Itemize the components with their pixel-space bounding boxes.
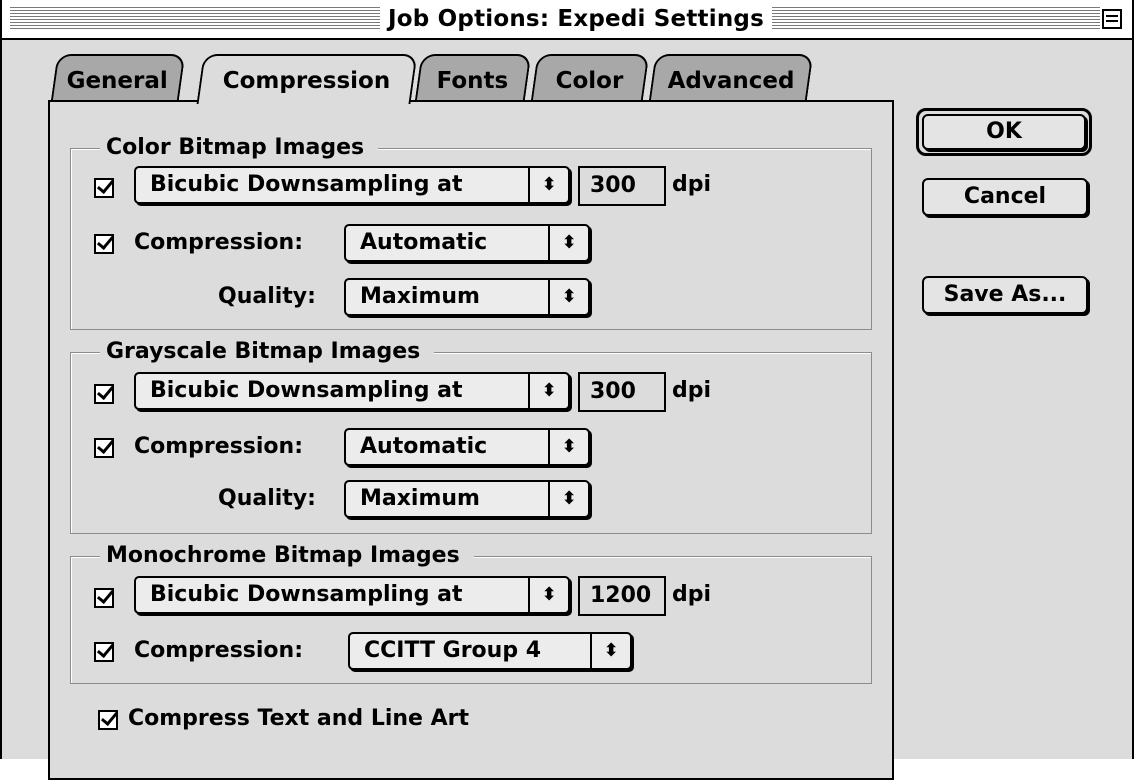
cancel-button[interactable]: Cancel bbox=[922, 178, 1088, 216]
compress-text-label: Compress Text and Line Art bbox=[128, 706, 470, 731]
color-compression-checkbox[interactable] bbox=[94, 234, 114, 254]
compression-label: Compression: bbox=[134, 638, 304, 663]
compress-text-checkbox[interactable] bbox=[98, 710, 118, 730]
save-as-button[interactable]: Save As... bbox=[922, 276, 1088, 314]
popup-arrow-icon: ⬍ bbox=[548, 280, 588, 314]
dpi-unit-label: dpi bbox=[672, 582, 712, 607]
color-downsample-checkbox[interactable] bbox=[94, 178, 114, 198]
title-bar-stripes-right bbox=[772, 7, 1100, 29]
group-title: Grayscale Bitmap Images bbox=[100, 338, 435, 366]
dialog-window: Job Options: Expedi Settings General Com… bbox=[0, 0, 1134, 780]
popup-arrow-icon: ⬍ bbox=[590, 634, 630, 668]
monochrome-dpi-input[interactable]: 1200 bbox=[578, 576, 666, 616]
compression-label: Compression: bbox=[134, 230, 304, 255]
monochrome-compression-checkbox[interactable] bbox=[94, 642, 114, 662]
color-dpi-input[interactable]: 300 bbox=[578, 166, 666, 206]
grayscale-downsample-checkbox[interactable] bbox=[94, 384, 114, 404]
quality-label: Quality: bbox=[218, 284, 316, 309]
compression-label: Compression: bbox=[134, 434, 304, 459]
tab-general[interactable]: General bbox=[50, 54, 186, 102]
grayscale-compression-checkbox[interactable] bbox=[94, 438, 114, 458]
grayscale-quality-select[interactable]: Maximum ⬍ bbox=[344, 480, 590, 518]
popup-arrow-icon: ⬍ bbox=[528, 374, 568, 408]
grayscale-downsample-select[interactable]: Bicubic Downsampling at ⬍ bbox=[134, 372, 570, 410]
quality-label: Quality: bbox=[218, 486, 316, 511]
popup-arrow-icon: ⬍ bbox=[528, 578, 568, 612]
popup-arrow-icon: ⬍ bbox=[528, 168, 568, 202]
grayscale-compression-select[interactable]: Automatic ⬍ bbox=[344, 428, 590, 466]
tab-fonts[interactable]: Fonts bbox=[414, 54, 532, 102]
grayscale-dpi-input[interactable]: 300 bbox=[578, 372, 666, 412]
color-downsample-select[interactable]: Bicubic Downsampling at ⬍ bbox=[134, 166, 570, 204]
compression-panel: Color Bitmap Images Bicubic Downsampling… bbox=[48, 100, 894, 780]
color-quality-select[interactable]: Maximum ⬍ bbox=[344, 278, 590, 316]
popup-arrow-icon: ⬍ bbox=[548, 430, 588, 464]
group-title: Color Bitmap Images bbox=[100, 134, 379, 162]
tab-advanced[interactable]: Advanced bbox=[648, 54, 814, 102]
title-bar[interactable]: Job Options: Expedi Settings bbox=[2, 0, 1132, 40]
popup-arrow-icon: ⬍ bbox=[548, 226, 588, 260]
dpi-unit-label: dpi bbox=[672, 378, 712, 403]
color-compression-select[interactable]: Automatic ⬍ bbox=[344, 224, 590, 262]
dpi-unit-label: dpi bbox=[672, 172, 712, 197]
monochrome-downsample-select[interactable]: Bicubic Downsampling at ⬍ bbox=[134, 576, 570, 614]
monochrome-compression-select[interactable]: CCITT Group 4 ⬍ bbox=[348, 632, 632, 670]
window-title: Job Options: Expedi Settings bbox=[380, 0, 772, 38]
group-title: Monochrome Bitmap Images bbox=[100, 542, 474, 570]
ok-button[interactable]: OK bbox=[922, 114, 1086, 150]
tab-color[interactable]: Color bbox=[530, 54, 650, 102]
popup-arrow-icon: ⬍ bbox=[548, 482, 588, 516]
monochrome-downsample-checkbox[interactable] bbox=[94, 588, 114, 608]
title-bar-stripes-left bbox=[10, 7, 380, 29]
zoom-box-icon[interactable] bbox=[1102, 9, 1122, 29]
tab-compression[interactable]: Compression bbox=[196, 54, 418, 104]
